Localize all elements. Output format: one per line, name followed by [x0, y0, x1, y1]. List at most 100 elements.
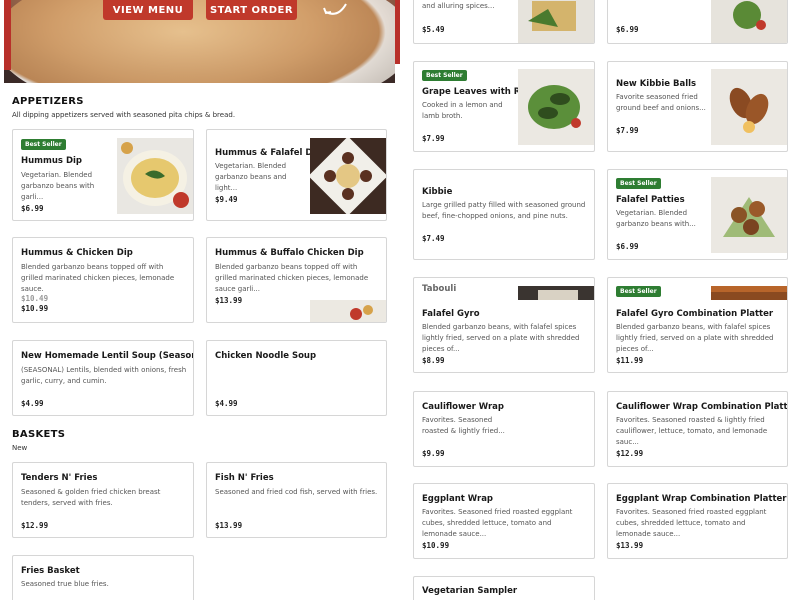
item-description: Blended garbanzo beans, with falafel spi…	[422, 323, 580, 353]
item-description: and alluring spices...	[422, 2, 495, 10]
item-price: $10.99	[21, 304, 53, 313]
item-name: New Kibbie Balls	[616, 79, 697, 89]
item-name: Tenders N' Fries	[21, 473, 98, 483]
falafel-platter-image	[711, 286, 787, 300]
kibbie-balls-image	[711, 69, 787, 145]
menu-item-card[interactable]: Best Seller Falafel Patties Vegetarian. …	[607, 169, 788, 260]
item-price: $7.49	[422, 234, 445, 243]
item-name: Falafel Patties	[616, 195, 685, 205]
item-name: New Homemade Lentil Soup (Seasonal)	[21, 351, 194, 361]
item-name: Hummus & Chicken Dip	[21, 248, 133, 258]
menu-item-card[interactable]: Best Seller Grape Leaves with Ri... Cook…	[413, 61, 595, 152]
item-name: Eggplant Wrap	[422, 494, 494, 504]
menu-item-card[interactable]: Hummus & Falafel Dip Vegetarian. Blended…	[206, 129, 387, 221]
menu-item-card[interactable]: Hummus & Chicken Dip Blended garbanzo be…	[12, 237, 194, 323]
item-price: $10.99	[422, 541, 450, 550]
item-image	[711, 177, 787, 253]
menu-item-card[interactable]: Fries Basket Seasoned true blue fries.	[12, 555, 194, 600]
item-price: $6.99	[616, 242, 639, 251]
best-seller-badge: Best Seller	[616, 286, 661, 297]
item-description: Blended garbanzo beans, with falafel spi…	[616, 323, 774, 353]
item-image	[518, 0, 594, 43]
item-name: Chicken Noodle Soup	[215, 351, 317, 361]
start-order-button[interactable]: START ORDER	[206, 0, 297, 20]
item-description: Seasoned & golden fried chicken breast t…	[21, 488, 161, 507]
food-thumb-image	[518, 0, 594, 43]
curved-arrow-icon	[323, 3, 347, 15]
item-price: $11.99	[616, 356, 644, 365]
falafel-patties-image	[711, 177, 787, 253]
peek-item-name: Tabouli	[422, 284, 457, 294]
hero-accent-left	[4, 0, 11, 70]
item-price: $13.99	[616, 541, 644, 550]
section-subtitle-baskets: New	[12, 444, 28, 452]
item-image	[518, 69, 594, 145]
menu-item-card[interactable]: Best Seller Hummus Dip Vegetarian. Blend…	[12, 129, 194, 221]
buffalo-chicken-image	[310, 300, 386, 322]
item-name: Grape Leaves with Ri...	[422, 87, 533, 97]
item-image	[711, 69, 787, 145]
menu-item-card[interactable]: Eggplant Wrap Favorites. Seasoned fried …	[413, 483, 595, 559]
best-seller-badge: Best Seller	[616, 178, 661, 189]
item-name: Hummus Dip	[21, 156, 83, 166]
menu-item-card[interactable]: New Homemade Lentil Soup (Seasonal) (SEA…	[12, 340, 194, 416]
item-price: $4.99	[21, 399, 44, 408]
hero-banner: VIEW MENU START ORDER	[4, 0, 395, 83]
menu-item-card[interactable]: Tenders N' Fries Seasoned & golden fried…	[12, 462, 194, 538]
menu-item-card[interactable]: Cauliflower Wrap Favorites. Seasoned roa…	[413, 391, 595, 467]
item-name: Eggplant Wrap Combination Platter	[616, 494, 787, 504]
section-subtitle-appetizers: All dipping appetizers served with seaso…	[12, 111, 236, 119]
item-name: Hummus & Buffalo Chicken Dip	[215, 248, 364, 258]
item-price: $13.99	[215, 296, 243, 305]
item-description: Vegetarian. Blended garbanzo beans and l…	[215, 162, 287, 192]
item-name: Fish N' Fries	[215, 473, 274, 483]
item-description: Cooked in a lemon and lamb broth.	[422, 101, 503, 120]
food-thumb-image	[711, 0, 787, 43]
menu-item-card[interactable]: Eggplant Wrap Combination Platter Favori…	[607, 483, 788, 559]
menu-item-card[interactable]: and alluring spices... $5.49	[413, 0, 595, 44]
item-description: Blended garbanzo beans topped off with g…	[215, 263, 369, 293]
item-price: $6.99	[21, 204, 44, 213]
menu-item-card[interactable]: $6.99	[607, 0, 788, 44]
item-price: $8.99	[422, 356, 445, 365]
item-name: Falafel Gyro Combination Platter	[616, 309, 774, 319]
item-name: Fries Basket	[21, 566, 80, 576]
menu-item-card[interactable]: Cauliflower Wrap Combination Platter Fav…	[607, 391, 788, 467]
item-price: $12.99	[21, 521, 49, 530]
best-seller-badge: Best Seller	[21, 139, 66, 150]
item-image	[711, 286, 787, 300]
item-description: Vegetarian. Blended garbanzo beans with …	[21, 171, 95, 201]
grape-leaves-image	[518, 69, 594, 145]
item-description: Large grilled patty filled with seasoned…	[422, 201, 586, 220]
menu-item-card[interactable]: Best Seller Falafel Gyro Combination Pla…	[607, 277, 788, 373]
menu-item-card[interactable]: Kibbie Large grilled patty filled with s…	[413, 169, 595, 260]
menu-item-card[interactable]: New Kibbie Balls Favorite seasoned fried…	[607, 61, 788, 152]
menu-item-card[interactable]: Hummus & Buffalo Chicken Dip Blended gar…	[206, 237, 387, 323]
view-menu-button[interactable]: VIEW MENU	[103, 0, 193, 20]
menu-item-card[interactable]: Chicken Noodle Soup $4.99	[206, 340, 387, 416]
item-name: Cauliflower Wrap Combination Platter	[616, 402, 788, 412]
item-name: Cauliflower Wrap	[422, 402, 504, 412]
item-price: $5.49	[422, 25, 445, 34]
item-name: Vegetarian Sampler	[422, 586, 518, 596]
menu-item-card[interactable]: Tabouli Falafel Gyro Blended garbanzo be…	[413, 277, 595, 373]
hummus-dip-image	[117, 138, 193, 214]
item-price: $12.99	[616, 449, 644, 458]
item-price: $9.49	[215, 195, 238, 204]
item-price: $4.99	[215, 399, 238, 408]
item-price: $7.99	[422, 134, 445, 143]
item-description: Favorites. Seasoned roasted & lightly fr…	[616, 416, 768, 446]
item-price: $7.99	[616, 126, 639, 135]
peek-price: $10.49	[21, 294, 49, 303]
menu-item-card[interactable]: Vegetarian Sampler	[413, 576, 595, 600]
item-price: $9.99	[422, 449, 445, 458]
item-description: Seasoned and fried cod fish, served with…	[215, 488, 378, 496]
menu-item-card[interactable]: Fish N' Fries Seasoned and fried cod fis…	[206, 462, 387, 538]
item-description: Seasoned true blue fries.	[21, 580, 109, 588]
item-description: Favorites. Seasoned fried roasted eggpla…	[422, 508, 573, 538]
item-image	[711, 0, 787, 43]
hero-accent-right	[395, 0, 400, 64]
section-title-baskets: BASKETS	[12, 429, 66, 440]
item-price: $13.99	[215, 521, 243, 530]
item-description: Blended garbanzo beans topped off with g…	[21, 263, 175, 293]
